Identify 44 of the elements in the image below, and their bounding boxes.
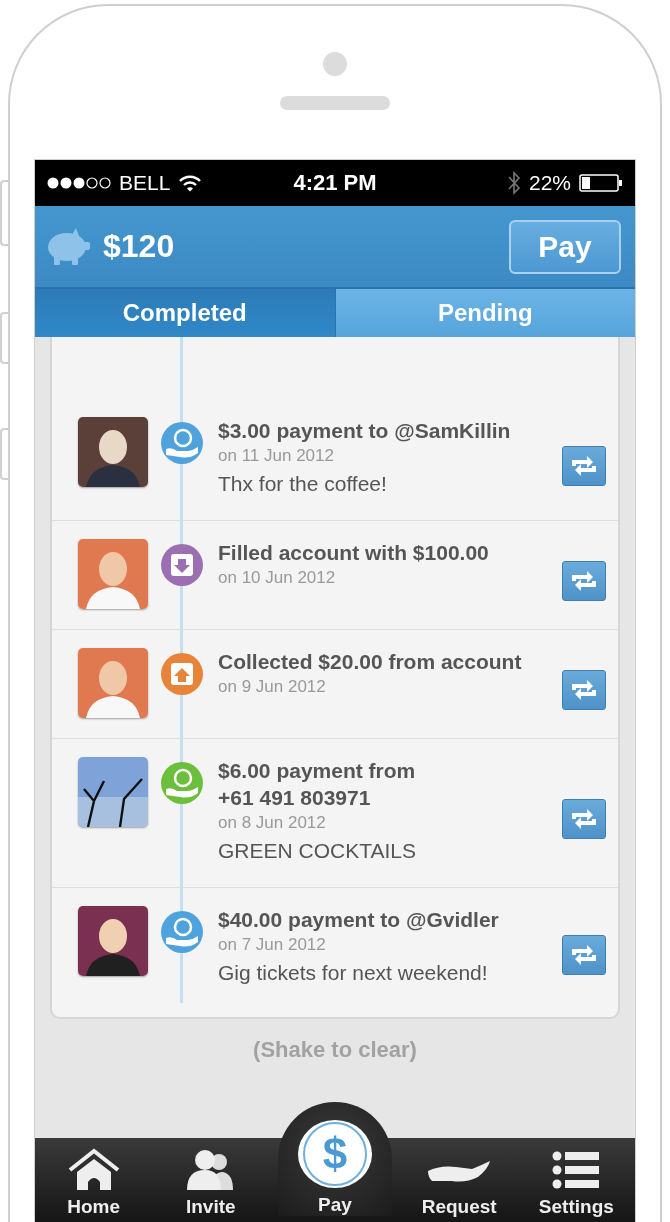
home-icon xyxy=(67,1148,120,1192)
battery-percent: 22% xyxy=(528,171,571,195)
repeat-button[interactable] xyxy=(562,934,606,975)
signal-icon xyxy=(47,176,111,190)
shake-hint: (Shake to clear) xyxy=(253,1037,417,1063)
nav-label: Pay xyxy=(318,1194,352,1216)
dollar-symbol: $ xyxy=(302,1122,367,1186)
repeat-button[interactable] xyxy=(562,445,606,486)
transaction-date: on 7 Jun 2012 xyxy=(218,934,327,956)
transaction-title: $6.00 payment from +61 491 803971 xyxy=(218,758,417,811)
transaction-note: Gig tickets for next weekend! xyxy=(218,960,489,986)
nav-tab[interactable]: Home xyxy=(43,1148,144,1218)
repeat-icon xyxy=(569,569,599,593)
transaction-note: GREEN COCKTAILS xyxy=(218,838,417,864)
repeat-button[interactable] xyxy=(562,799,606,839)
camera-dot xyxy=(323,52,347,76)
repeat-icon xyxy=(569,678,599,702)
transaction-title: $3.00 payment to @SamKillin xyxy=(218,418,512,444)
clock-time: 4:21 PM xyxy=(293,170,377,196)
piggy-bank-icon xyxy=(45,226,91,267)
transaction-note: Thx for the coffee! xyxy=(218,471,388,497)
transaction-date: on 10 Jun 2012 xyxy=(218,567,337,589)
wifi-icon xyxy=(178,174,203,192)
transaction-title: Collected $20.00 from account xyxy=(218,649,523,675)
transaction-title: $40.00 payment to @Gvidler xyxy=(218,907,500,933)
hand-icon xyxy=(427,1160,492,1182)
battery-icon xyxy=(579,174,623,192)
transaction-title: Filled account with $100.00 xyxy=(218,540,490,566)
repeat-icon xyxy=(569,942,599,967)
pay-tab[interactable]: $ Pay xyxy=(277,1102,392,1216)
repeat-button[interactable] xyxy=(562,670,606,710)
transaction-date: on 9 Jun 2012 xyxy=(218,676,327,698)
repeat-button[interactable] xyxy=(562,561,606,601)
account-balance: $120 xyxy=(103,228,176,265)
nav-tab[interactable]: Settings xyxy=(526,1148,627,1218)
carrier-name: BELL xyxy=(119,171,171,195)
tab[interactable]: Completed xyxy=(35,287,336,337)
nav-tab[interactable]: Request xyxy=(409,1148,510,1218)
bluetooth-icon xyxy=(506,170,521,196)
transaction-date: on 8 Jun 2012 xyxy=(218,812,327,834)
repeat-icon xyxy=(569,807,599,831)
transaction-date: on 11 Jun 2012 xyxy=(218,445,335,467)
repeat-icon xyxy=(569,453,599,478)
nav-tab[interactable]: Invite xyxy=(160,1148,261,1218)
